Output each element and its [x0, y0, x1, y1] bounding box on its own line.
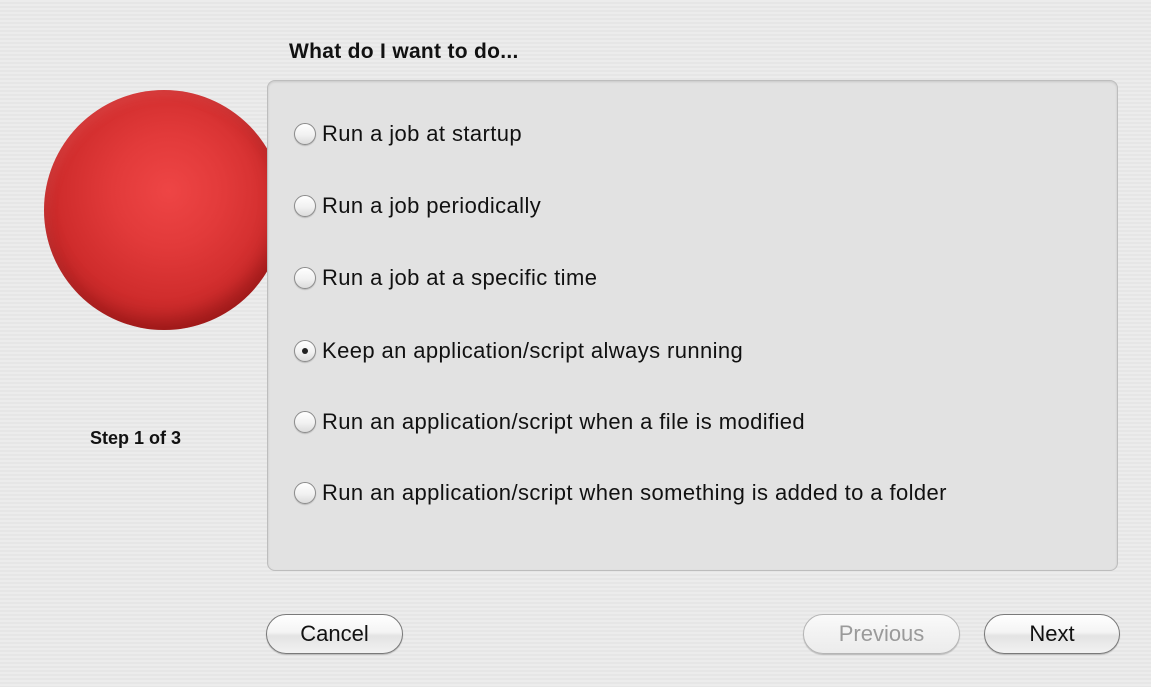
previous-button[interactable]: Previous — [803, 614, 960, 654]
option-run-periodically[interactable]: Run a job periodically — [294, 191, 541, 221]
radio-button[interactable] — [294, 123, 316, 145]
option-label: Keep an application/script always runnin… — [322, 338, 744, 363]
option-run-on-file-modified[interactable]: Run an application/script when a file is… — [294, 407, 805, 437]
option-run-at-specific-time[interactable]: Run a job at a specific time — [294, 263, 597, 293]
radio-button[interactable] — [294, 267, 316, 289]
step-indicator: Step 1 of 3 — [90, 428, 182, 448]
option-label: Run a job at a specific time — [322, 265, 598, 290]
option-keep-running[interactable]: Keep an application/script always runnin… — [294, 336, 743, 366]
red-sphere-logo — [44, 90, 284, 330]
option-label: Run an application/script when a file is… — [322, 409, 806, 434]
option-label: Run an application/script when something… — [322, 480, 947, 505]
radio-button[interactable] — [294, 482, 316, 504]
option-label: Run a job at startup — [322, 121, 523, 146]
option-label: Run a job periodically — [322, 193, 542, 218]
radio-button[interactable] — [294, 340, 316, 362]
next-button[interactable]: Next — [984, 614, 1120, 654]
options-group: Run a job at startup Run a job periodica… — [267, 80, 1118, 571]
radio-button[interactable] — [294, 411, 316, 433]
option-run-on-folder-added[interactable]: Run an application/script when something… — [294, 478, 947, 508]
wizard-heading: What do I want to do... — [289, 40, 519, 63]
wizard-window: What do I want to do... Step 1 of 3 Run … — [0, 0, 1151, 687]
radio-button[interactable] — [294, 195, 316, 217]
option-run-at-startup[interactable]: Run a job at startup — [294, 119, 522, 149]
cancel-button[interactable]: Cancel — [266, 614, 403, 654]
radio-dot — [302, 348, 308, 354]
